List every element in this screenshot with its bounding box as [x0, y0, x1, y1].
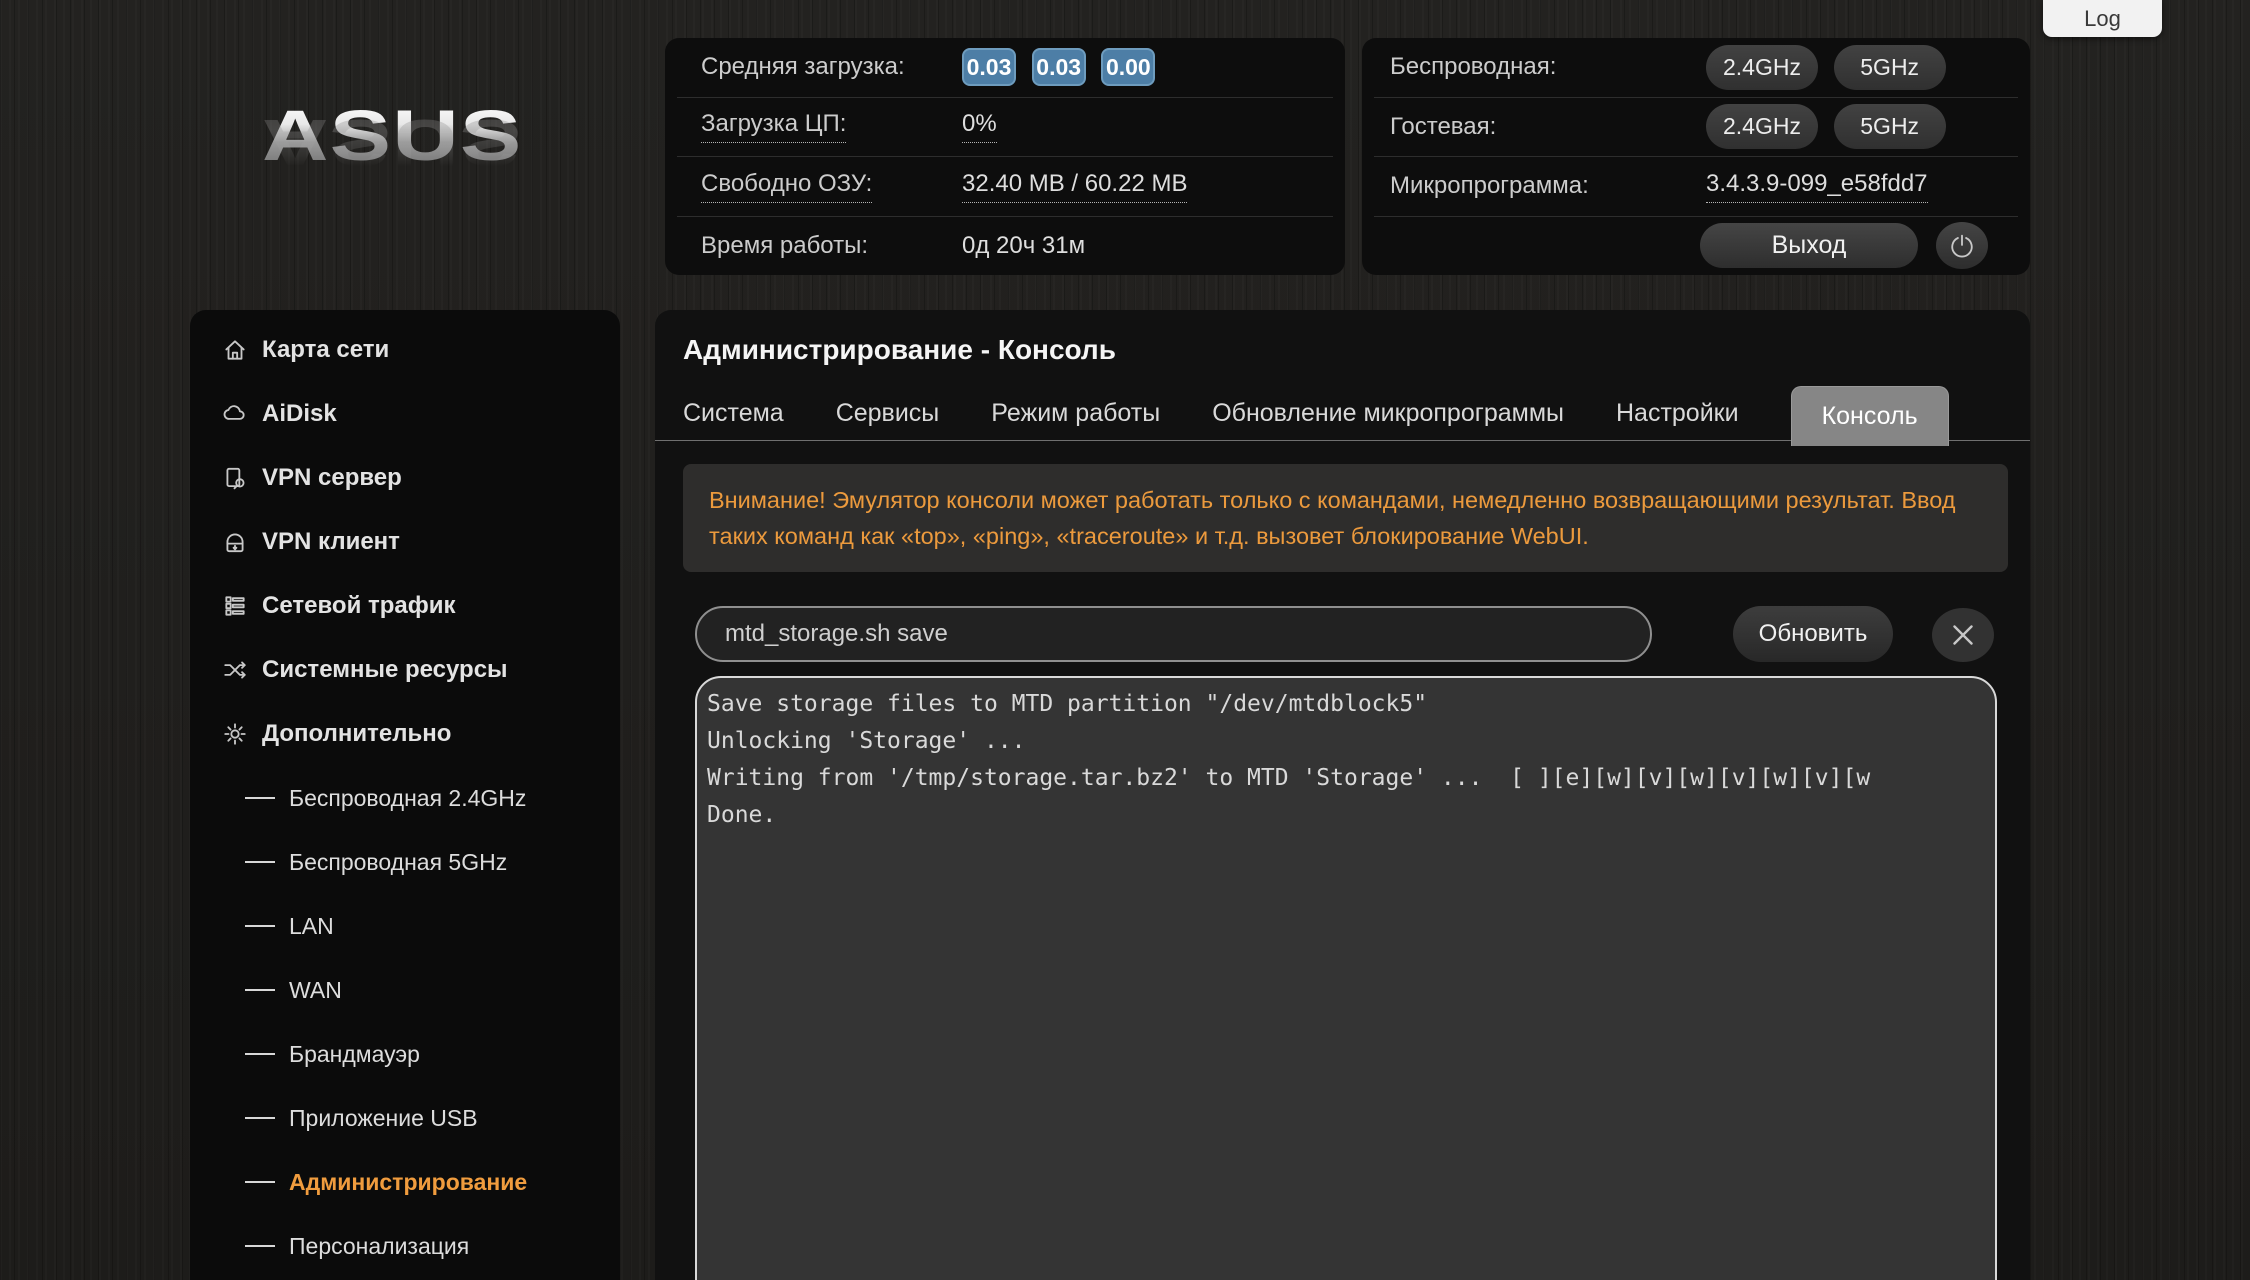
sidebar-subitem-firewall[interactable]: Брандмауэр	[190, 1022, 620, 1086]
reboot-button[interactable]	[1936, 222, 1988, 270]
free-ram-row: Свободно ОЗУ: 32.40 MB / 60.22 MB	[677, 156, 1333, 216]
main-content-panel: Администрирование - Консоль Система Серв…	[655, 310, 2030, 1280]
sidebar-item-aidisk[interactable]: AiDisk	[190, 382, 620, 446]
sidebar-subitem-administration[interactable]: Администрирование	[190, 1150, 620, 1214]
guest-24ghz-button[interactable]: 2.4GHz	[1706, 104, 1818, 150]
console-warning: Внимание! Эмулятор консоли может работат…	[683, 464, 2008, 572]
console-output[interactable]: Save storage files to MTD partition "/de…	[695, 676, 1997, 1280]
free-ram-label: Свободно ОЗУ:	[677, 170, 962, 203]
dash-icon	[245, 861, 275, 863]
command-input[interactable]	[695, 606, 1652, 662]
asus-logo-reflection: ASUS	[262, 105, 663, 180]
wireless-row: Беспроводная: 2.4GHz 5GHz	[1374, 38, 2018, 97]
firmware-version-link[interactable]: 3.4.3.9-099_e58fdd7	[1706, 170, 1928, 203]
sidebar-item-network-map[interactable]: Карта сети	[190, 318, 620, 382]
wireless-label: Беспроводная:	[1390, 53, 1557, 81]
sidebar-item-network-traffic[interactable]: Сетевой трафик	[190, 574, 620, 638]
wireless-5ghz-button[interactable]: 5GHz	[1833, 44, 1946, 90]
sidebar-subitem-wireless-24ghz[interactable]: Беспроводная 2.4GHz	[190, 766, 620, 830]
dash-icon	[245, 1053, 275, 1055]
shuffle-icon	[224, 661, 246, 679]
console-line: Save storage files to MTD partition "/de…	[707, 691, 1428, 717]
sidebar-item-vpn-server[interactable]: VPN сервер	[190, 446, 620, 510]
tab-firmware-upgrade[interactable]: Обновление микропрограммы	[1212, 399, 1564, 428]
guest-5ghz-button[interactable]: 5GHz	[1833, 104, 1946, 150]
wireless-panel: Беспроводная: 2.4GHz 5GHz Гостевая: 2.4G…	[1362, 38, 2030, 275]
free-ram-value[interactable]: 32.40 MB / 60.22 MB	[962, 170, 1188, 203]
clear-button[interactable]	[1932, 608, 1994, 662]
console-line: Writing from '/tmp/storage.tar.bz2' to M…	[707, 765, 1871, 791]
guest-network-label: Гостевая:	[1390, 112, 1497, 140]
power-icon	[1951, 234, 1973, 258]
cpu-load-row: Загрузка ЦП: 0%	[677, 96, 1333, 157]
dash-icon	[245, 1117, 275, 1119]
vpn-server-icon	[226, 467, 245, 490]
dash-icon	[245, 797, 275, 799]
load-average-badge-15: 0.00	[1101, 48, 1156, 87]
system-stats-panel: Средняя загрузка: 0.03 0.03 0.00 Загрузк…	[665, 38, 1345, 275]
firmware-row: Микропрограмма: 3.4.3.9-099_e58fdd7	[1374, 156, 2018, 216]
tab-operation-mode[interactable]: Режим работы	[991, 399, 1160, 428]
load-average-badge-1: 0.03	[962, 48, 1016, 87]
sidebar-item-system-resources[interactable]: Системные ресурсы	[190, 638, 620, 702]
dash-icon	[245, 925, 275, 927]
log-button[interactable]: Log	[2043, 0, 2162, 37]
tabbar: Система Сервисы Режим работы Обновление …	[683, 386, 1949, 446]
tab-console[interactable]: Консоль	[1790, 386, 1949, 446]
sidebar: Карта сети AiDisk VPN сервер VPN клиент …	[190, 310, 620, 1280]
guest-network-row: Гостевая: 2.4GHz 5GHz	[1374, 96, 2018, 157]
cpu-load-label: Загрузка ЦП:	[677, 110, 962, 144]
gear-icon	[224, 723, 246, 745]
close-icon	[1953, 625, 1973, 645]
vpn-client-icon	[226, 533, 244, 553]
sidebar-subitem-wireless-5ghz[interactable]: Беспроводная 5GHz	[190, 830, 620, 894]
sidebar-subitem-wan[interactable]: WAN	[190, 958, 620, 1022]
tab-system[interactable]: Система	[683, 399, 784, 428]
logout-row: Выход	[1374, 215, 2018, 276]
sidebar-subitem-personalization[interactable]: Персонализация	[190, 1214, 620, 1278]
asus-logo: ASUS ASUS	[262, 96, 602, 254]
load-average-badge-5: 0.03	[1031, 48, 1086, 87]
firmware-label: Микропрограмма:	[1390, 172, 1589, 200]
sidebar-subitem-usb-application[interactable]: Приложение USB	[190, 1086, 620, 1150]
wireless-24ghz-button[interactable]: 2.4GHz	[1706, 44, 1818, 90]
refresh-button[interactable]: Обновить	[1733, 606, 1893, 662]
load-average-row: Средняя загрузка: 0.03 0.03 0.00	[677, 38, 1333, 97]
page-title: Администрирование - Консоль	[683, 334, 1116, 365]
uptime-value: 0д 20ч 31м	[962, 231, 1086, 259]
sidebar-item-vpn-client[interactable]: VPN клиент	[190, 510, 620, 574]
uptime-label: Время работы:	[701, 231, 869, 259]
dash-icon	[245, 1181, 275, 1183]
sidebar-item-advanced[interactable]: Дополнительно	[190, 702, 620, 766]
traffic-icon	[225, 596, 245, 616]
cpu-load-value[interactable]: 0%	[962, 110, 997, 144]
tab-services[interactable]: Сервисы	[836, 399, 940, 428]
console-line: Unlocking 'Storage' ...	[707, 728, 1026, 754]
console-line: Done.	[707, 802, 777, 828]
dash-icon	[245, 989, 275, 991]
tab-settings[interactable]: Настройки	[1616, 399, 1739, 428]
sidebar-subitem-lan[interactable]: LAN	[190, 894, 620, 958]
logout-button[interactable]: Выход	[1700, 223, 1918, 269]
dash-icon	[245, 1245, 275, 1247]
home-icon	[225, 340, 245, 360]
cloud-icon	[223, 405, 245, 420]
uptime-row: Время работы: 0д 20ч 31м	[677, 215, 1333, 276]
load-average-label: Средняя загрузка:	[701, 53, 905, 81]
